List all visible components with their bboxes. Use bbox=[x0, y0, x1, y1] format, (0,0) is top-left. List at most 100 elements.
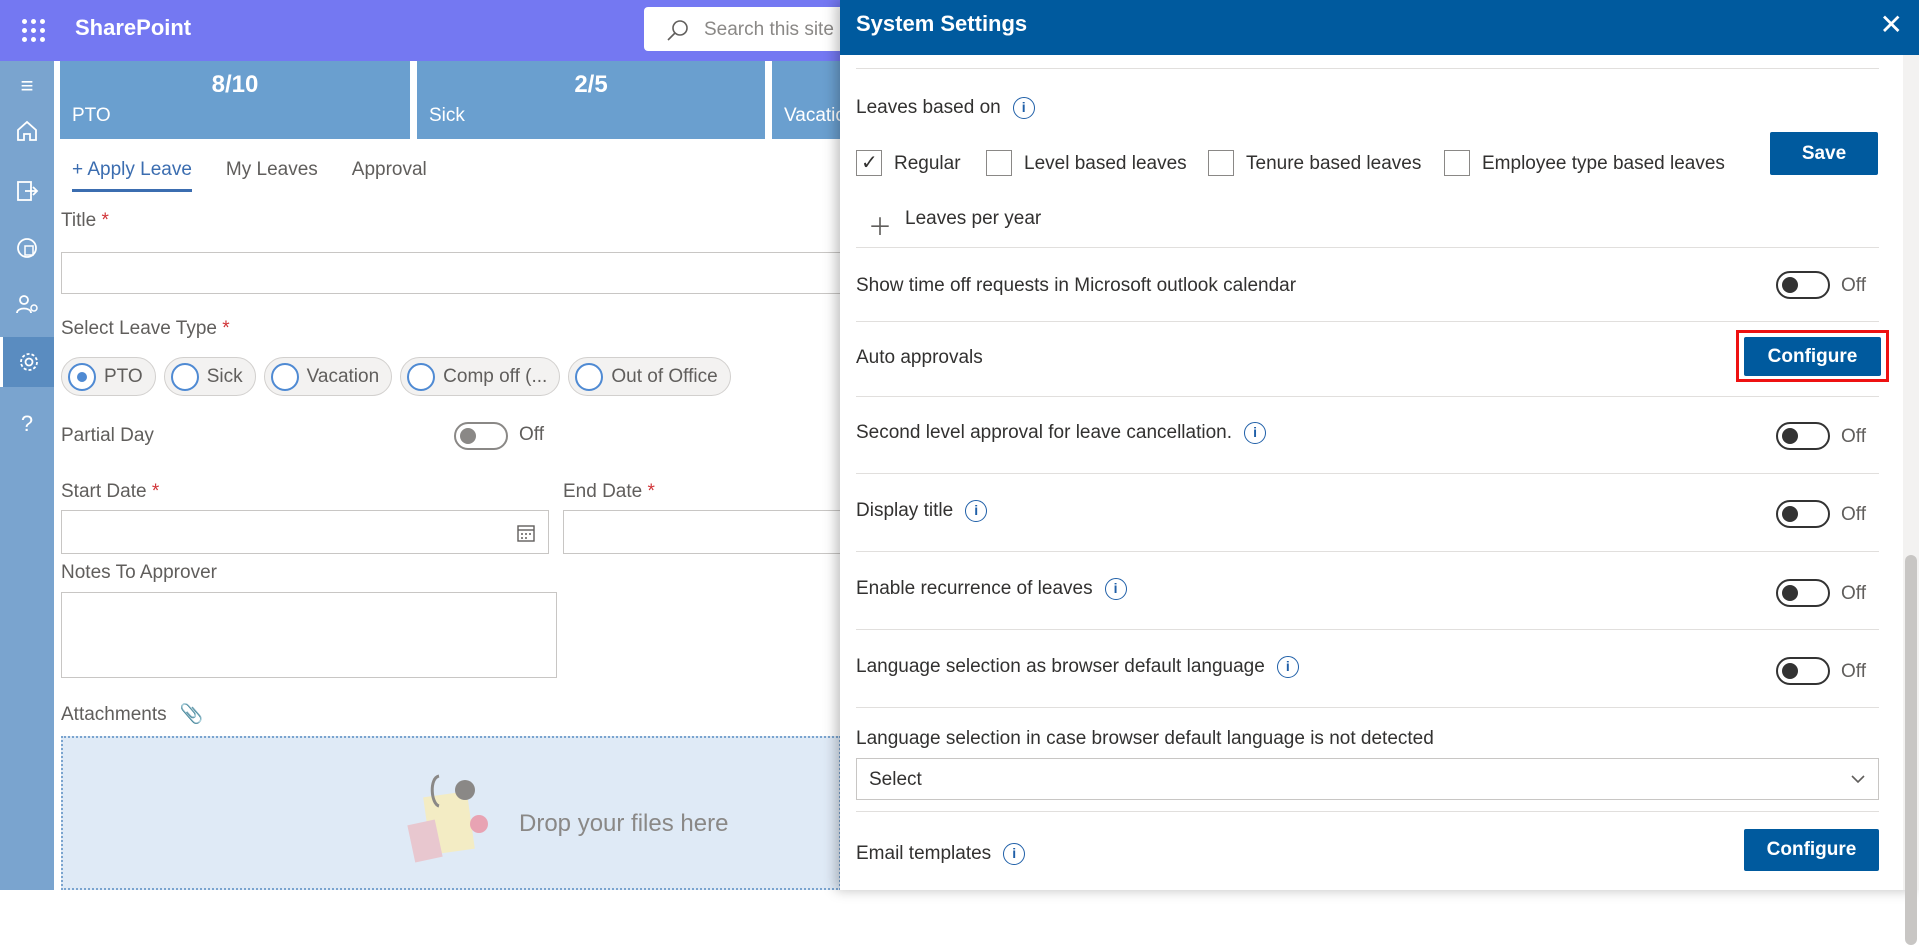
leave-type-pto[interactable]: PTO bbox=[61, 357, 156, 396]
divider bbox=[856, 68, 1879, 69]
divider bbox=[856, 707, 1879, 708]
partial-day-toggle[interactable] bbox=[454, 422, 508, 450]
second-level-approval-toggle[interactable] bbox=[1776, 422, 1830, 450]
leave-type-options: PTO Sick Vacation Comp off (... Out of O… bbox=[61, 357, 731, 396]
app-launcher-icon[interactable] bbox=[20, 17, 47, 44]
panel-title: System Settings bbox=[856, 11, 1028, 36]
panel-scrollbar[interactable] bbox=[1903, 55, 1919, 945]
user-settings-icon[interactable] bbox=[0, 279, 54, 329]
tile-sick[interactable]: 2/5 Sick bbox=[417, 61, 765, 139]
attachments-label: Attachments 📎 bbox=[61, 704, 204, 725]
start-date-label: Start Date * bbox=[61, 481, 160, 502]
calendar-icon[interactable] bbox=[516, 523, 536, 543]
auto-approvals-configure-button[interactable]: Configure bbox=[1744, 337, 1881, 376]
leave-type-comp-off[interactable]: Comp off (... bbox=[400, 357, 561, 396]
outlook-calendar-toggle[interactable] bbox=[1776, 271, 1830, 299]
info-icon[interactable]: i bbox=[1104, 578, 1127, 600]
leave-type-vacation[interactable]: Vacation bbox=[263, 357, 393, 396]
end-date-input[interactable] bbox=[563, 510, 863, 554]
home-icon[interactable] bbox=[0, 106, 54, 156]
level-based-label: Level based leaves bbox=[1024, 153, 1187, 174]
left-nav: ≡ ? bbox=[0, 61, 54, 890]
drop-text: Drop your files here bbox=[519, 810, 729, 837]
system-settings-panel: System Settings ✕ Leaves based oni Regul… bbox=[840, 0, 1919, 945]
tile-label: Vacatio bbox=[784, 105, 846, 126]
title-input[interactable] bbox=[61, 252, 861, 294]
info-icon[interactable]: i bbox=[1012, 97, 1035, 119]
info-icon[interactable]: i bbox=[1003, 843, 1026, 865]
regular-checkbox[interactable] bbox=[856, 150, 882, 176]
brand-name[interactable]: SharePoint bbox=[75, 15, 191, 41]
tab-approval[interactable]: Approval bbox=[352, 155, 427, 192]
paperclip-icon[interactable]: 📎 bbox=[180, 704, 204, 725]
chevron-down-icon bbox=[1851, 775, 1865, 784]
panel-header: System Settings ✕ bbox=[840, 0, 1919, 55]
menu-icon[interactable]: ≡ bbox=[0, 61, 54, 111]
employee-type-label: Employee type based leaves bbox=[1482, 153, 1725, 174]
recurrence-state: Off bbox=[1841, 583, 1866, 604]
close-icon[interactable]: ✕ bbox=[1880, 8, 1903, 41]
recurrence-toggle[interactable] bbox=[1776, 579, 1830, 607]
tile-pto[interactable]: 8/10 PTO bbox=[60, 61, 410, 139]
info-icon[interactable]: i bbox=[1244, 422, 1267, 444]
info-icon[interactable]: i bbox=[1276, 656, 1299, 678]
outlook-calendar-label: Show time off requests in Microsoft outl… bbox=[856, 275, 1297, 296]
save-button[interactable]: Save bbox=[1770, 132, 1878, 175]
notes-label: Notes To Approver bbox=[61, 562, 217, 583]
notes-textarea[interactable] bbox=[61, 592, 557, 678]
info-icon[interactable]: i bbox=[965, 500, 988, 522]
divider bbox=[856, 551, 1879, 552]
leaves-based-on-label: Leaves based on i bbox=[856, 97, 1035, 119]
display-title-state: Off bbox=[1841, 504, 1866, 525]
partial-day-label: Partial Day bbox=[61, 425, 154, 446]
files-illustration-icon bbox=[407, 774, 488, 863]
globe-doc-icon[interactable] bbox=[0, 223, 54, 273]
search-placeholder: Search this site bbox=[704, 19, 834, 40]
leave-type-sick[interactable]: Sick bbox=[163, 357, 256, 396]
start-date-input[interactable] bbox=[61, 510, 549, 554]
level-based-checkbox[interactable] bbox=[986, 150, 1012, 176]
browser-language-toggle[interactable] bbox=[1776, 657, 1830, 685]
language-select-value: Select bbox=[869, 769, 922, 790]
tenure-based-label: Tenure based leaves bbox=[1246, 153, 1422, 174]
display-title-toggle[interactable] bbox=[1776, 500, 1830, 528]
scroll-thumb[interactable] bbox=[1905, 555, 1917, 945]
leaves-per-year-link[interactable]: Leaves per year bbox=[905, 208, 1041, 230]
language-select[interactable]: Select bbox=[856, 758, 1879, 800]
plus-icon[interactable]: ＋ bbox=[868, 207, 892, 242]
employee-type-checkbox[interactable] bbox=[1444, 150, 1470, 176]
gear-icon[interactable] bbox=[0, 337, 54, 387]
tile-label: PTO bbox=[72, 105, 111, 126]
tab-my-leaves[interactable]: My Leaves bbox=[226, 155, 318, 192]
divider bbox=[856, 321, 1879, 322]
email-templates-configure-button[interactable]: Configure bbox=[1744, 829, 1879, 871]
search-icon bbox=[667, 20, 688, 41]
recurrence-label: Enable recurrence of leaves i bbox=[856, 578, 1127, 600]
auto-approvals-label: Auto approvals bbox=[856, 347, 983, 368]
file-drop-zone[interactable]: Drop your files here bbox=[61, 736, 841, 890]
tile-value: 8/10 bbox=[211, 71, 259, 98]
divider bbox=[856, 629, 1879, 630]
tab-apply-leave[interactable]: + Apply Leave bbox=[72, 155, 192, 192]
partial-day-state: Off bbox=[519, 424, 544, 445]
leave-tabs: + Apply Leave My Leaves Approval bbox=[72, 155, 461, 192]
browser-language-label: Language selection as browser default la… bbox=[856, 656, 1299, 678]
email-templates-label: Email templates i bbox=[856, 843, 1026, 865]
title-label: Title * bbox=[61, 210, 109, 231]
export-icon[interactable] bbox=[0, 166, 54, 216]
leave-type-out-of-office[interactable]: Out of Office bbox=[568, 357, 731, 396]
divider bbox=[856, 247, 1879, 248]
tile-value: 2/5 bbox=[574, 71, 608, 98]
language-fallback-label: Language selection in case browser defau… bbox=[856, 728, 1434, 749]
tenure-based-checkbox[interactable] bbox=[1208, 150, 1234, 176]
divider bbox=[856, 811, 1879, 812]
outlook-calendar-state: Off bbox=[1841, 275, 1866, 296]
regular-label: Regular bbox=[894, 153, 961, 174]
browser-language-state: Off bbox=[1841, 661, 1866, 682]
tile-label: Sick bbox=[429, 105, 465, 126]
second-level-approval-label: Second level approval for leave cancella… bbox=[856, 422, 1267, 444]
help-icon[interactable]: ? bbox=[0, 399, 54, 449]
divider bbox=[856, 396, 1879, 397]
divider bbox=[856, 473, 1879, 474]
display-title-label: Display title i bbox=[856, 500, 988, 522]
